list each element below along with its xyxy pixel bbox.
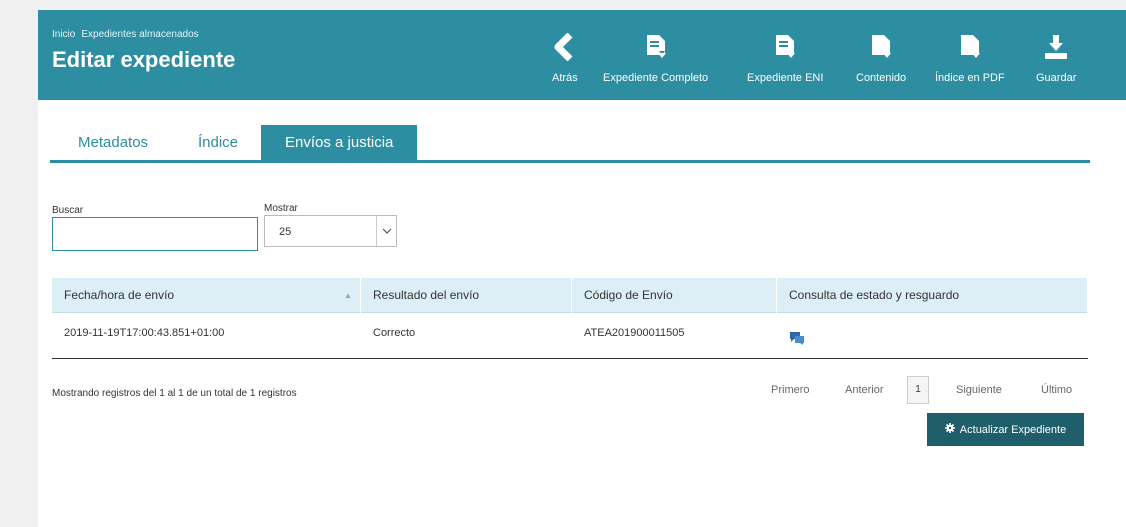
file-download-icon [959, 32, 981, 62]
document-download-icon [645, 32, 667, 62]
document-download-icon [774, 32, 796, 62]
chevron-down-icon[interactable] [376, 216, 396, 246]
pager-last[interactable]: Último [1041, 384, 1072, 396]
tab-metadata[interactable]: Metadatos [66, 125, 160, 160]
update-file-label: Actualizar Expediente [959, 423, 1067, 436]
cell-date: 2019-11-19T17:00:43.851+01:00 [64, 327, 225, 339]
column-header-date-label: Fecha/hora de envío [64, 288, 175, 302]
column-header-date[interactable]: Fecha/hora de envío ▲ [52, 278, 361, 313]
pager-first[interactable]: Primero [771, 384, 810, 396]
page: Inicio Expedientes almacenados Editar ex… [38, 10, 1126, 527]
update-file-button[interactable]: Actualizar Expediente [927, 413, 1084, 446]
tab-bar: Metadatos Índice Envíos a justicia [50, 125, 1090, 163]
pager-current-page[interactable]: 1 [907, 376, 929, 404]
pager-next[interactable]: Siguiente [956, 384, 1002, 396]
search-input[interactable] [52, 217, 258, 251]
column-header-result[interactable]: Resultado del envío [361, 278, 572, 313]
breadcrumb-home[interactable]: Inicio [52, 29, 75, 40]
back-button[interactable]: Atrás [552, 32, 578, 84]
content-button[interactable]: Contenido [856, 32, 906, 84]
save-button[interactable]: Guardar [1036, 32, 1076, 84]
back-chevron-icon [554, 32, 576, 62]
submissions-table: Fecha/hora de envío ▲ Resultado del enví… [52, 278, 1088, 359]
back-label: Atrás [552, 72, 578, 84]
column-header-code[interactable]: Código de Envío [572, 278, 777, 313]
page-title: Editar expediente [52, 47, 236, 72]
tab-court-submissions[interactable]: Envíos a justicia [261, 125, 418, 160]
table-row: 2019-11-19T17:00:43.851+01:00 Correcto A… [52, 313, 1088, 359]
save-label: Guardar [1036, 72, 1077, 84]
cell-code: ATEA201900011505 [584, 327, 685, 339]
pdf-index-label: Índice en PDF [935, 72, 1005, 84]
status-consult-icon[interactable] [777, 331, 805, 348]
show-entries-value: 25 [279, 226, 292, 238]
full-file-button[interactable]: Expediente Completo [603, 32, 708, 84]
tab-index[interactable]: Índice [186, 125, 250, 160]
eni-file-button[interactable]: Expediente ENI [747, 32, 823, 84]
show-label: Mostrar [264, 203, 298, 214]
breadcrumb: Inicio Expedientes almacenados [52, 29, 199, 40]
save-download-icon [1043, 32, 1069, 62]
full-file-label: Expediente Completo [603, 72, 709, 84]
content-label: Contenido [856, 72, 907, 84]
column-header-status[interactable]: Consulta de estado y resguardo [777, 278, 1088, 313]
file-download-icon [870, 32, 892, 62]
search-label: Buscar [52, 205, 84, 216]
eni-file-label: Expediente ENI [747, 72, 824, 84]
cell-result: Correcto [373, 327, 416, 339]
breadcrumb-stored-files[interactable]: Expedientes almacenados [81, 29, 198, 40]
table-header: Fecha/hora de envío ▲ Resultado del enví… [52, 278, 1088, 313]
header-bar: Inicio Expedientes almacenados Editar ex… [38, 10, 1126, 100]
pdf-index-button[interactable]: Índice en PDF [935, 32, 1005, 84]
gear-icon [944, 423, 955, 436]
records-info: Mostrando registros del 1 al 1 de un tot… [52, 388, 297, 399]
pager-previous[interactable]: Anterior [845, 384, 884, 396]
sort-ascending-icon[interactable]: ▲ [344, 278, 352, 313]
show-entries-select[interactable]: 25 [264, 215, 397, 247]
